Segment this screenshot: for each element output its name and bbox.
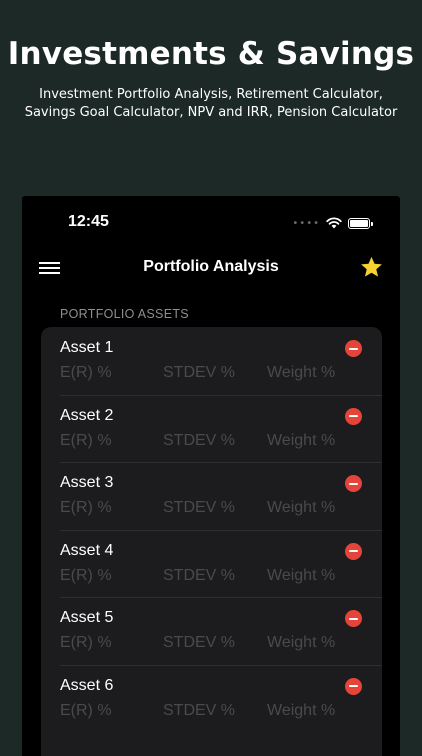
stdev-input[interactable]: STDEV % [163, 567, 235, 585]
asset-row: Asset 4 E(R) % STDEV % Weight % [41, 529, 382, 598]
asset-name: Asset 2 [60, 406, 114, 424]
weight-input[interactable]: Weight % [267, 702, 335, 720]
weight-input[interactable]: Weight % [267, 634, 335, 652]
asset-row: Asset 6 E(R) % STDEV % Weight % [41, 664, 382, 733]
stdev-input[interactable]: STDEV % [163, 634, 235, 652]
assets-card: Asset 1 E(R) % STDEV % Weight % Asset 2 … [41, 327, 382, 756]
asset-name: Asset 3 [60, 474, 114, 491]
promo-subtitle-line: Investment Portfolio Analysis, Retiremen… [39, 87, 383, 102]
promo-title: Investments & Savings [7, 36, 415, 72]
asset-row: Asset 5 E(R) % STDEV % Weight % [41, 597, 382, 665]
expected-return-input[interactable]: E(R) % [60, 432, 112, 450]
remove-asset-icon[interactable] [345, 677, 362, 695]
status-time: 12:45 [68, 213, 109, 230]
asset-name: Asset 1 [60, 339, 114, 356]
battery-icon [348, 217, 373, 229]
asset-name: Asset 4 [60, 541, 114, 559]
asset-row: Asset 2 E(R) % STDEV % Weight % [41, 394, 382, 463]
remove-asset-icon[interactable] [345, 610, 362, 627]
section-header: PORTFOLIO ASSETS [60, 307, 189, 321]
phone-screen: 12:45 •••• Portfolio Analysis PORTFOLIO … [22, 196, 400, 756]
remove-asset-icon[interactable] [345, 340, 362, 357]
expected-return-input[interactable]: E(R) % [60, 702, 112, 720]
stdev-input[interactable]: STDEV % [163, 499, 235, 517]
page-title: Portfolio Analysis [143, 258, 279, 275]
weight-input[interactable]: Weight % [267, 364, 335, 382]
expected-return-input[interactable]: E(R) % [60, 364, 112, 382]
weight-input[interactable]: Weight % [267, 567, 335, 585]
weight-input[interactable]: Weight % [267, 432, 335, 450]
remove-asset-icon[interactable] [345, 407, 362, 425]
asset-row: Asset 1 E(R) % STDEV % Weight % [41, 327, 382, 395]
stdev-input[interactable]: STDEV % [163, 364, 235, 382]
remove-asset-icon[interactable] [345, 542, 362, 560]
wifi-icon [326, 217, 342, 229]
star-icon[interactable] [359, 255, 384, 280]
navigation-bar: Portfolio Analysis [22, 252, 400, 286]
asset-name: Asset 6 [60, 676, 114, 694]
expected-return-input[interactable]: E(R) % [60, 499, 112, 517]
promo-subtitle: Investment Portfolio Analysis, Retiremen… [0, 86, 422, 122]
promo-subtitle-line: Savings Goal Calculator, NPV and IRR, Pe… [24, 105, 398, 120]
weight-input[interactable]: Weight % [267, 499, 335, 517]
expected-return-input[interactable]: E(R) % [60, 567, 112, 585]
remove-asset-icon[interactable] [345, 475, 362, 492]
asset-row: Asset 3 E(R) % STDEV % Weight % [41, 462, 382, 530]
stdev-input[interactable]: STDEV % [163, 432, 235, 450]
expected-return-input[interactable]: E(R) % [60, 634, 112, 652]
stdev-input[interactable]: STDEV % [163, 702, 235, 720]
signal-dots-icon: •••• [292, 217, 320, 229]
status-icons: •••• [292, 216, 373, 230]
asset-name: Asset 5 [60, 609, 114, 626]
